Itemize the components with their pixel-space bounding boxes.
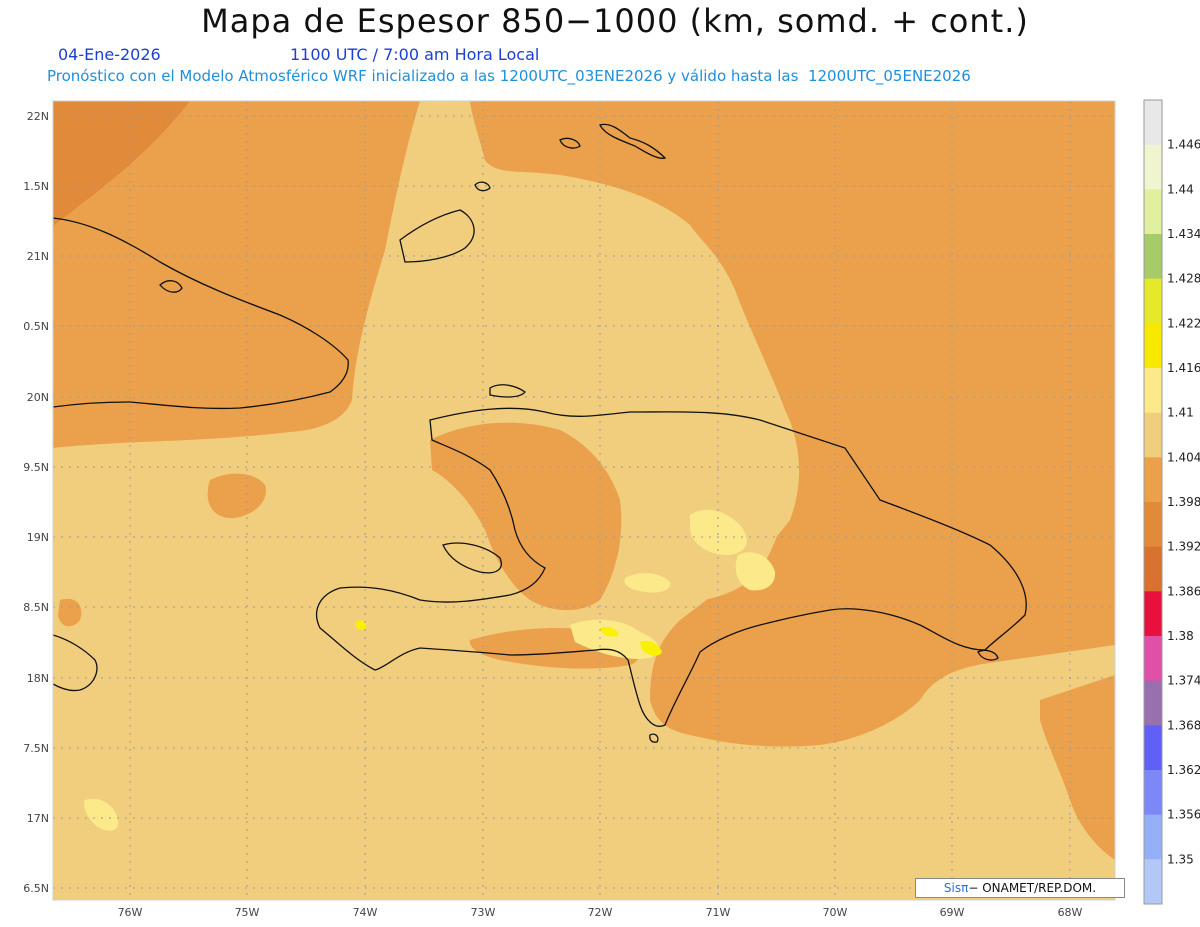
lat-label: 8.5N [23, 601, 49, 614]
lat-label: 7.5N [23, 742, 49, 755]
colorbar-label: 1.362 [1167, 763, 1200, 777]
colorbar-label: 1.38 [1167, 629, 1194, 643]
lat-label: 1.5N [23, 180, 49, 193]
credit-text: − ONAMET/REP.DOM. [968, 881, 1097, 895]
colorbar-swatch [1144, 323, 1162, 369]
colorbar-swatch [1144, 412, 1162, 458]
colorbar-label: 1.356 [1167, 808, 1200, 822]
colorbar-label: 1.422 [1167, 316, 1200, 330]
lat-label: 22N [27, 110, 49, 123]
colorbar-swatch [1144, 680, 1162, 726]
colorbar-swatch [1144, 278, 1162, 324]
lon-label: 76W [118, 906, 143, 919]
lon-label: 72W [588, 906, 613, 919]
lon-label: 74W [353, 906, 378, 919]
lon-label: 69W [940, 906, 965, 919]
colorbar-swatch [1144, 591, 1162, 637]
colorbar-label: 1.368 [1167, 718, 1200, 732]
colorbar-swatch [1144, 636, 1162, 682]
thickness-map: 22N 1.5N 21N 0.5N 20N 9.5N 19N 8.5N 18N … [23, 99, 1200, 919]
colorbar-swatch [1144, 100, 1162, 146]
lon-label: 75W [235, 906, 260, 919]
colorbar-swatch [1144, 859, 1162, 905]
lon-label: 73W [471, 906, 496, 919]
colorbar-swatch [1144, 770, 1162, 816]
colorbar-swatch [1144, 546, 1162, 592]
lat-label: 6.5N [23, 882, 49, 895]
lat-label: 20N [27, 391, 49, 404]
colorbar-label: 1.44 [1167, 182, 1194, 196]
colorbar-label: 1.404 [1167, 450, 1200, 464]
colorbar-label: 1.386 [1167, 584, 1200, 598]
colorbar-label: 1.392 [1167, 540, 1200, 554]
colorbar-label: 1.41 [1167, 406, 1194, 420]
longitude-labels: 76W 75W 74W 73W 72W 71W 70W 69W 68W [118, 906, 1083, 919]
colorbar-label: 1.374 [1167, 674, 1200, 688]
lon-label: 71W [706, 906, 731, 919]
colorbar-label: 1.428 [1167, 272, 1200, 286]
lat-label: 19N [27, 531, 49, 544]
lat-label: 17N [27, 812, 49, 825]
colorbar-label: 1.35 [1167, 852, 1194, 866]
colorbar-label: 1.446 [1167, 138, 1200, 152]
latitude-labels: 22N 1.5N 21N 0.5N 20N 9.5N 19N 8.5N 18N … [23, 110, 49, 895]
colorbar-swatch [1144, 368, 1162, 414]
colorbar-label: 1.434 [1167, 227, 1200, 241]
colorbar-swatch [1144, 725, 1162, 771]
lat-label: 9.5N [23, 461, 49, 474]
colorbar-label: 1.416 [1167, 361, 1200, 375]
lat-label: 21N [27, 250, 49, 263]
colorbar-legend: 1.446 1.44 1.434 1.428 1.422 1.416 1.41 1.404 1.… [1143, 99, 1200, 905]
lon-label: 68W [1058, 906, 1083, 919]
colorbar-label: 1.398 [1167, 495, 1200, 509]
lat-label: 0.5N [23, 320, 49, 333]
colorbar-swatch [1144, 457, 1162, 503]
lat-label: 18N [27, 672, 49, 685]
colorbar-swatch [1144, 144, 1162, 190]
credit-box: Sisπ− ONAMET/REP.DOM. [915, 878, 1125, 898]
colorbar-swatch [1144, 234, 1162, 280]
colorbar-swatch [1144, 502, 1162, 548]
credit-sis: Sis [943, 881, 962, 895]
colorbar-swatch [1144, 814, 1162, 860]
lon-label: 70W [823, 906, 848, 919]
colorbar-swatch [1144, 189, 1162, 235]
